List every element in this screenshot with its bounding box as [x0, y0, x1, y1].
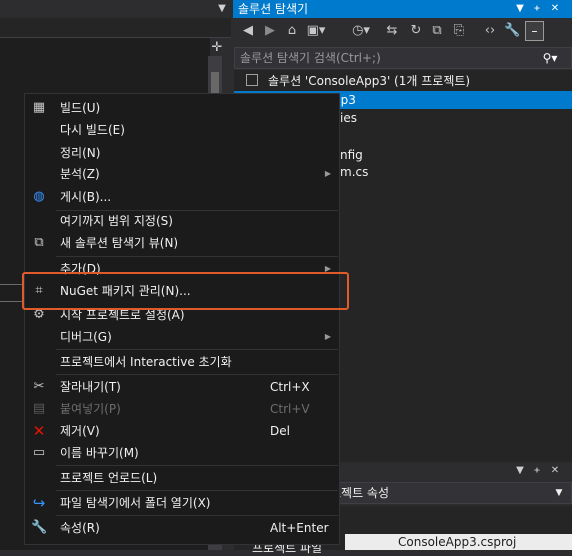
pending-changes-filter-icon[interactable]: ◷▾: [350, 22, 372, 40]
collapse-all-icon[interactable]: ⧉: [429, 22, 445, 40]
sync-with-active-document-icon[interactable]: ⇆: [384, 22, 400, 40]
paste-icon: ▤: [32, 401, 46, 416]
home-icon[interactable]: ⌂: [284, 22, 300, 40]
back-icon[interactable]: ◀: [240, 22, 256, 40]
menu-item-label: 다시 빌드(E): [60, 123, 125, 137]
menu-item-label: 속성(R): [60, 521, 100, 535]
pin-icon[interactable]: ᚐ: [530, 0, 544, 18]
submenu-arrow-icon: ▶: [324, 332, 332, 341]
window-menu-dropdown-icon[interactable]: ▼: [513, 0, 527, 18]
menu-item-label: 빌드(U): [60, 101, 101, 115]
menu-item-label: 이름 바꾸기(M): [60, 446, 139, 460]
tree-row-label: 솔루션 'ConsoleApp3' (1개 프로젝트): [268, 74, 471, 88]
new-view-icon: ⧉: [34, 235, 44, 250]
open-folder-icon: ↪: [32, 494, 46, 512]
tree-row-label: nfig: [340, 148, 363, 162]
wrench-icon: 🔧: [31, 520, 48, 535]
menu-item-label: 디버그(G): [60, 330, 112, 344]
menu-item-label: 파일 탐색기에서 폴더 열기(X): [60, 496, 211, 510]
build-icon: ▦: [32, 100, 46, 115]
tree-row-label: ies: [340, 111, 357, 125]
split-editor-icon[interactable]: ✛: [208, 40, 226, 56]
editor-dropdown-icon[interactable]: ▼: [215, 2, 229, 16]
scissors-icon: ✂: [33, 379, 45, 394]
show-all-files-icon[interactable]: ⎘: [451, 22, 467, 40]
chevron-down-icon[interactable]: ▼: [552, 484, 566, 502]
menu-item-label: 여기까지 범위 지정(S): [60, 214, 173, 228]
menu-item-shortcut: Del: [270, 424, 290, 438]
menu-item-label: 게시(B)...: [60, 190, 112, 204]
editor-line-marker: [0, 284, 24, 302]
menu-item-label: 새 솔루션 탐색기 뷰(N): [60, 236, 179, 250]
menu-item-label: 잘라내기(T): [60, 380, 121, 394]
menu-item-shortcut: Ctrl+X: [270, 380, 310, 394]
preview-selected-items-icon[interactable]: –: [525, 21, 544, 41]
editor-tab-strip: [0, 0, 231, 18]
tree-row-label: m.cs: [340, 165, 369, 179]
menu-item-label: 제거(V): [60, 424, 100, 438]
menu-item-label: 붙여넣기(P): [60, 402, 121, 416]
menu-item-shortcut: Ctrl+V: [270, 402, 310, 416]
properties-close-icon[interactable]: ✕: [548, 462, 562, 480]
highlight-annotation-box: [22, 272, 349, 310]
tree-row-solution[interactable]: 솔루션 'ConsoleApp3' (1개 프로젝트): [234, 72, 572, 90]
menu-separator: [56, 515, 338, 516]
editor-navigation-bar: [0, 18, 231, 38]
menu-separator: [56, 256, 338, 257]
menu-item-label: 분석(Z): [60, 167, 100, 181]
refresh-icon[interactable]: ↻: [408, 22, 424, 40]
menu-separator: [56, 349, 338, 350]
switch-views-icon[interactable]: ▣▾: [304, 22, 328, 40]
menu-item-label: 프로젝트에서 Interactive 초기화: [60, 355, 232, 369]
menu-item-label: 프로젝트 언로드(L): [60, 471, 158, 485]
menu-separator: [56, 465, 338, 466]
forward-icon[interactable]: ▶: [262, 22, 278, 40]
property-value-project-file: ConsoleApp3.csproj: [398, 535, 517, 549]
menu-item-label: 정리(N): [60, 146, 101, 160]
properties-menu-dropdown-icon[interactable]: ▼: [513, 462, 527, 480]
properties-wrench-icon[interactable]: 🔧: [504, 22, 520, 40]
menu-separator: [56, 490, 338, 491]
menu-separator: [56, 374, 338, 375]
search-placeholder: 솔루션 탐색기 검색(Ctrl+;): [240, 51, 381, 65]
search-icon[interactable]: ⚲▾: [536, 49, 564, 67]
view-code-icon[interactable]: ‹›: [482, 22, 498, 40]
delete-icon: ✕: [32, 422, 46, 440]
globe-icon: ◍: [33, 189, 45, 204]
rename-icon: ▭: [32, 445, 46, 460]
solution-explorer-title: 솔루션 탐색기: [238, 2, 309, 16]
properties-pin-icon[interactable]: ᚐ: [530, 462, 544, 480]
submenu-arrow-icon: ▶: [324, 169, 332, 178]
close-icon[interactable]: ✕: [548, 0, 562, 18]
menu-item-shortcut: Alt+Enter: [270, 521, 329, 535]
